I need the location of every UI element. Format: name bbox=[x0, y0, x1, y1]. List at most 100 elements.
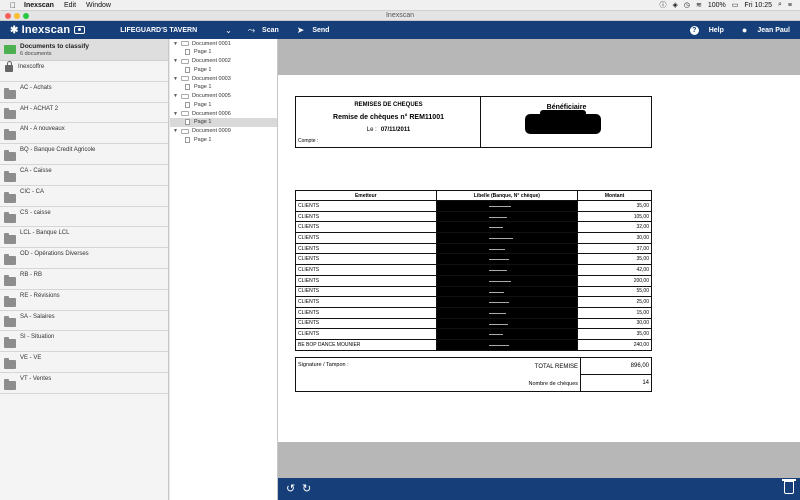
tree-document[interactable]: ▼ Document 0002 bbox=[170, 57, 277, 66]
help-button[interactable]: Help bbox=[709, 27, 724, 34]
tree-document[interactable]: ▼ Document 0006 bbox=[170, 109, 277, 118]
date-label: Le : bbox=[366, 127, 377, 133]
redacted-cell bbox=[435, 242, 579, 255]
menu-window[interactable]: Window bbox=[86, 2, 111, 9]
sidebar-item-vt[interactable]: VT - Ventes bbox=[0, 373, 168, 394]
company-selector[interactable]: LIFEGUARD'S TAVERN bbox=[120, 27, 197, 34]
sidebar-item-ca[interactable]: CA - Caisse bbox=[0, 165, 168, 186]
sidebar-item-cic[interactable]: CIC - CA bbox=[0, 186, 168, 207]
status-icon[interactable]: ⓘ bbox=[659, 0, 666, 10]
apple-icon[interactable]:  bbox=[8, 1, 18, 10]
document-name: Document 0003 bbox=[191, 75, 231, 82]
cell-montant: 35,00 bbox=[577, 328, 652, 340]
page-name: Page 1 bbox=[194, 119, 212, 126]
folder-icon bbox=[4, 212, 16, 224]
cell-montant: 30,00 bbox=[577, 232, 652, 244]
search-icon[interactable]: ⌕ bbox=[778, 1, 782, 9]
sidebar-item-od[interactable]: OD - Opérations Diverses bbox=[0, 248, 168, 269]
cell-emetteur: CLIENTS bbox=[295, 285, 437, 298]
rotate-right-icon[interactable]: ↻ bbox=[302, 482, 311, 495]
page-icon bbox=[185, 136, 190, 143]
scan-button[interactable]: Scan bbox=[262, 27, 279, 34]
disclosure-triangle-icon[interactable]: ▼ bbox=[173, 128, 178, 134]
tree-document[interactable]: ▼ Document 0005 bbox=[170, 92, 277, 101]
folder-icon bbox=[4, 337, 16, 349]
sidebar-item-label: BQ - Banque Credit Agricole bbox=[20, 147, 96, 154]
scan-icon[interactable]: ⤳ bbox=[248, 25, 255, 36]
sidebar-item-inexcoffre[interactable]: Inexcoffre bbox=[0, 61, 168, 82]
table-row: CLIENTS 35,00 bbox=[295, 328, 652, 340]
help-icon[interactable]: ? bbox=[689, 25, 699, 35]
documents-to-classify[interactable]: Documents to classify 6 documents bbox=[0, 39, 168, 61]
sidebar-item-si[interactable]: SI - Situation bbox=[0, 331, 168, 353]
sidebar-item-lcl[interactable]: LCL - Banque LCL bbox=[0, 227, 168, 249]
signature-label: Signature / Tampon : bbox=[298, 362, 349, 368]
sidebar-item-ah[interactable]: AH - ACHAT 2 bbox=[0, 103, 168, 124]
wifi-icon[interactable]: ≋ bbox=[696, 1, 702, 9]
sidebar-item-rb[interactable]: RB - RB bbox=[0, 269, 168, 290]
send-icon[interactable]: ➤ bbox=[297, 25, 305, 36]
tree-page[interactable]: Page 1 bbox=[170, 136, 277, 145]
remise-title: REMISES DE CHEQUES bbox=[354, 102, 423, 108]
sidebar-item-sa[interactable]: SA - Salaires bbox=[0, 311, 168, 332]
disclosure-triangle-icon[interactable]: ▼ bbox=[173, 41, 178, 47]
tree-page[interactable]: Page 1 bbox=[170, 83, 277, 92]
sidebar-item-an[interactable]: AN - A nouveaux bbox=[0, 123, 168, 145]
user-name[interactable]: Jean Paul bbox=[757, 27, 790, 34]
sidebar-item-label: SI - Situation bbox=[20, 334, 55, 341]
chevron-down-icon[interactable]: ⌄ bbox=[225, 26, 232, 35]
clock-icon[interactable]: ◷ bbox=[684, 1, 690, 9]
document-viewer[interactable]: REMISES DE CHEQUES Remise de chèques n° … bbox=[278, 39, 800, 478]
sidebar-item-bq[interactable]: BQ - Banque Credit Agricole bbox=[0, 144, 168, 165]
disclosure-triangle-icon[interactable]: ▼ bbox=[173, 76, 178, 82]
count-label: Nombre de chèques bbox=[528, 381, 578, 387]
camera-icon bbox=[74, 26, 86, 34]
window-title: Inexscan bbox=[385, 12, 415, 19]
tree-page[interactable]: Page 1 bbox=[170, 101, 277, 110]
notification-icon[interactable]: ≡ bbox=[788, 2, 792, 9]
cell-emetteur: CLIENTS bbox=[295, 306, 437, 319]
tree-page-selected[interactable]: Page 1 bbox=[170, 118, 277, 127]
folder-icon bbox=[4, 108, 16, 120]
zoom-window-button[interactable] bbox=[23, 13, 29, 19]
totals-box: Signature / Tampon : TOTAL REMISE Nombre… bbox=[295, 357, 652, 392]
document-name: Document 0005 bbox=[191, 93, 231, 99]
close-window-button[interactable] bbox=[5, 13, 11, 19]
sidebar-item-ac[interactable]: AC - Achats bbox=[0, 82, 168, 103]
disclosure-triangle-icon[interactable]: ▼ bbox=[173, 58, 178, 64]
disclosure-triangle-icon[interactable]: ▼ bbox=[173, 111, 178, 117]
sidebar-item-re[interactable]: RE - Révisions bbox=[0, 290, 168, 311]
viewer-bottombar: ↺ ↻ bbox=[278, 478, 800, 500]
trash-icon[interactable] bbox=[782, 479, 796, 494]
user-icon[interactable]: ● bbox=[742, 25, 747, 35]
send-button[interactable]: Send bbox=[312, 27, 329, 34]
remise-date-line: Le :07/11/2011 bbox=[296, 127, 481, 133]
tree-document[interactable]: ▼ Document 0001 bbox=[170, 39, 277, 48]
rotate-left-icon[interactable]: ↺ bbox=[286, 482, 295, 495]
sidebar-item-label: AH - ACHAT 2 bbox=[20, 105, 59, 112]
folder-icon bbox=[4, 295, 16, 307]
tree-page[interactable]: Page 1 bbox=[170, 48, 277, 57]
sidebar-item-ve[interactable]: VE - VE bbox=[0, 352, 168, 373]
scanned-page[interactable]: REMISES DE CHEQUES Remise de chèques n° … bbox=[278, 75, 800, 442]
menu-edit[interactable]: Edit bbox=[64, 2, 76, 9]
app-menu[interactable]: Inexscan bbox=[24, 2, 54, 9]
tree-document[interactable]: ▼ Document 0003 bbox=[170, 74, 277, 83]
tree-page[interactable]: Page 1 bbox=[170, 66, 277, 75]
disclosure-triangle-icon[interactable]: ▼ bbox=[173, 93, 178, 99]
compte-label: Compte : bbox=[298, 138, 319, 144]
tree-document[interactable]: ▼ Document 0009 bbox=[170, 127, 277, 136]
cheques-table: Emetteur Libelle (Banque, N° chèque) Mon… bbox=[295, 190, 652, 351]
redacted-cell bbox=[435, 253, 579, 266]
battery-icon[interactable]: ▭ bbox=[732, 1, 739, 9]
sidebar-item-cs[interactable]: CS - caisse bbox=[0, 207, 168, 228]
dropbox-icon[interactable]: ◈ bbox=[672, 1, 677, 9]
folder-icon bbox=[4, 253, 16, 265]
col-montant: Montant bbox=[577, 190, 652, 201]
redacted-cell bbox=[435, 317, 579, 330]
minimize-window-button[interactable] bbox=[14, 13, 20, 19]
table-row: CLIENTS 37,00 bbox=[295, 242, 652, 255]
cell-montant: 35,00 bbox=[577, 253, 652, 266]
clock[interactable]: Fri 10:25 bbox=[744, 2, 772, 9]
redacted-cell bbox=[435, 221, 579, 234]
